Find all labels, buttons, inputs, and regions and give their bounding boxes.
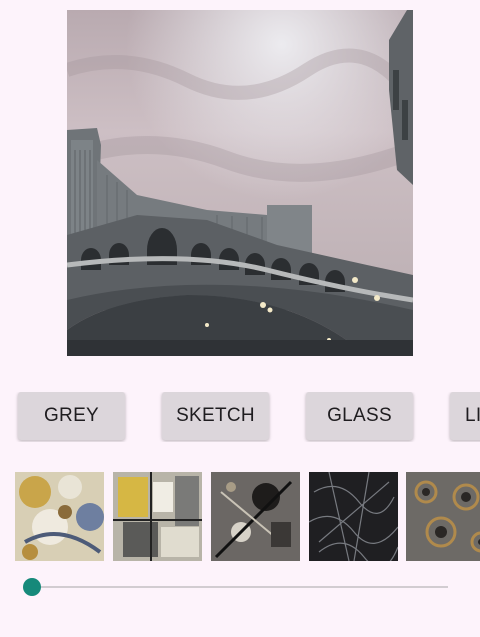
style-thumbnail-4[interactable]	[309, 472, 398, 561]
grey-filter-button[interactable]: GREY	[18, 392, 125, 440]
style-thumbnail-1[interactable]	[15, 472, 104, 561]
style-thumbnail-3[interactable]	[211, 472, 300, 561]
intensity-slider[interactable]	[22, 575, 452, 599]
filter-button-row: GREY SKETCH GLASS LI	[0, 392, 480, 442]
style-thumbnail-2[interactable]	[113, 472, 202, 561]
fourth-filter-button[interactable]: LI	[450, 392, 480, 440]
sketch-filter-button[interactable]: SKETCH	[162, 392, 269, 440]
glass-filter-button[interactable]: GLASS	[306, 392, 413, 440]
style-thumbnail-5[interactable]	[406, 472, 480, 561]
slider-thumb[interactable]	[23, 578, 41, 596]
slider-track	[32, 586, 448, 588]
style-thumbnail-row	[0, 472, 480, 562]
content-image	[67, 10, 413, 356]
